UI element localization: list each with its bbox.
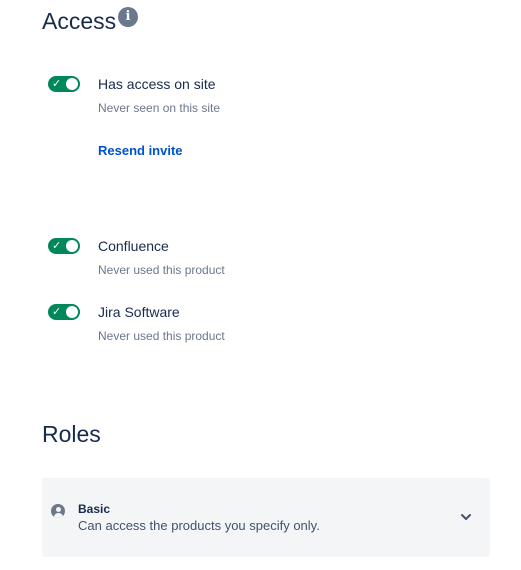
toggle-knob xyxy=(66,240,78,252)
resend-invite-link[interactable]: Resend invite xyxy=(98,142,183,159)
jira-software-toggle[interactable]: ✓ xyxy=(48,304,80,320)
product-status-jira-software: Never used this product xyxy=(98,329,225,343)
role-select-basic[interactable]: Basic Can access the products you specif… xyxy=(42,478,490,557)
product-status-confluence: Never used this product xyxy=(98,263,225,277)
product-label-jira-software: Jira Software xyxy=(98,304,180,320)
check-icon: ✓ xyxy=(52,305,62,318)
check-icon: ✓ xyxy=(52,239,62,252)
confluence-toggle[interactable]: ✓ xyxy=(48,238,80,254)
info-icon[interactable]: i xyxy=(118,7,138,27)
access-heading: Access xyxy=(42,8,117,34)
product-label-confluence: Confluence xyxy=(98,238,169,254)
roles-heading: Roles xyxy=(42,421,101,447)
role-description: Can access the products you specify only… xyxy=(78,518,320,533)
user-icon xyxy=(51,504,65,518)
check-icon: ✓ xyxy=(52,77,62,90)
chevron-down-icon[interactable] xyxy=(460,512,472,522)
role-name: Basic xyxy=(78,502,111,516)
site-access-toggle[interactable]: ✓ xyxy=(48,76,80,92)
toggle-knob xyxy=(66,78,78,90)
toggle-knob xyxy=(66,306,78,318)
site-access-label: Has access on site xyxy=(98,76,216,92)
site-access-status: Never seen on this site xyxy=(98,101,221,115)
